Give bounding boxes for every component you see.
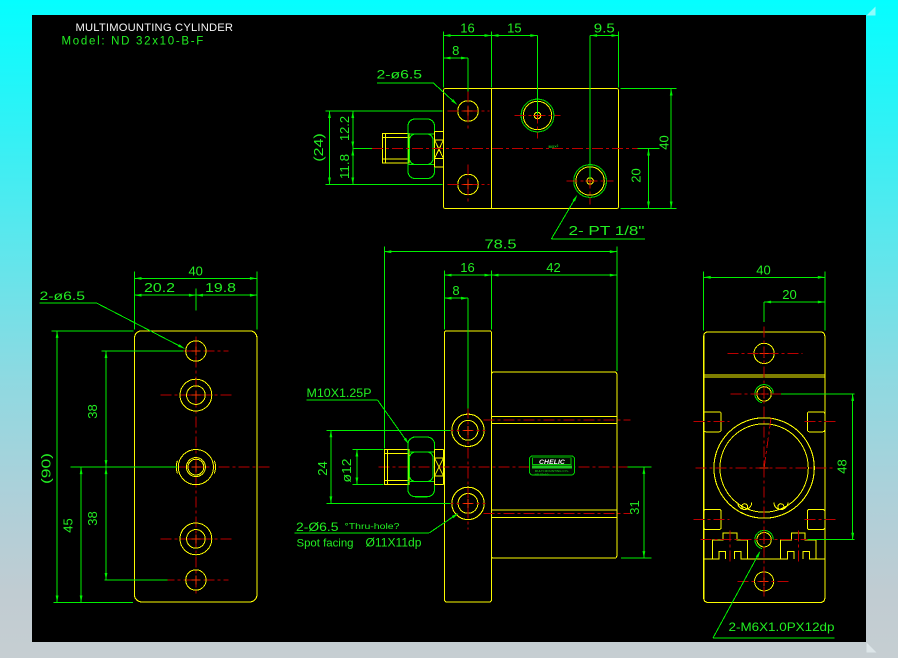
svg-text:11.8: 11.8: [337, 154, 352, 179]
svg-text:15: 15: [507, 21, 521, 36]
svg-text:Model: ND 32x10-B-F: Model: ND 32x10-B-F: [62, 36, 206, 48]
svg-text:9.5: 9.5: [594, 21, 615, 36]
svg-text:8: 8: [452, 43, 459, 58]
svg-text:MULTIMOUNTING CYLINDER: MULTIMOUNTING CYLINDER: [76, 22, 234, 34]
svg-text:19.8: 19.8: [205, 280, 236, 295]
svg-text:(90): (90): [38, 453, 53, 484]
svg-text:ᴍᴏ×²: ᴍᴏ×²: [549, 144, 559, 149]
svg-text:2-Ø6.5: 2-Ø6.5: [296, 522, 339, 534]
svg-text:45: 45: [61, 518, 76, 532]
svg-text:CHELIC: CHELIC: [539, 459, 565, 466]
svg-text:38: 38: [85, 404, 100, 418]
svg-text:78.5: 78.5: [485, 237, 517, 252]
svg-text:40: 40: [657, 135, 672, 149]
svg-text:16: 16: [460, 21, 474, 36]
svg-text:38: 38: [85, 511, 100, 525]
svg-text:(24): (24): [311, 133, 326, 162]
svg-text:°Thru-hole?: °Thru-hole?: [345, 521, 400, 531]
svg-text:42: 42: [546, 260, 560, 275]
svg-text:M10X1.25P: M10X1.25P: [307, 386, 372, 400]
svg-text:2-ø6.5: 2-ø6.5: [40, 289, 86, 303]
svg-text:16: 16: [460, 260, 474, 275]
svg-text:12.2: 12.2: [337, 116, 352, 141]
svg-text:Ø11X11dp: Ø11X11dp: [366, 538, 422, 550]
svg-text:31: 31: [627, 500, 642, 514]
svg-text:24: 24: [315, 461, 330, 475]
svg-text:40: 40: [188, 263, 202, 278]
svg-text:8: 8: [452, 283, 459, 298]
svg-text:Spot facing: Spot facing: [297, 538, 354, 550]
svg-text:20.2: 20.2: [144, 280, 175, 295]
svg-text:2- PT 1/8": 2- PT 1/8": [569, 224, 645, 238]
svg-text:40: 40: [756, 262, 770, 277]
svg-text:ND 32x10: ND 32x10: [535, 472, 549, 476]
svg-text:2-M6X1.0PX12dp: 2-M6X1.0PX12dp: [729, 620, 835, 634]
svg-text:2-ø6.5: 2-ø6.5: [377, 68, 423, 82]
svg-text:20: 20: [782, 287, 796, 302]
svg-text:20: 20: [629, 168, 644, 182]
svg-text:ø12: ø12: [339, 459, 354, 483]
svg-text:48: 48: [835, 459, 850, 473]
